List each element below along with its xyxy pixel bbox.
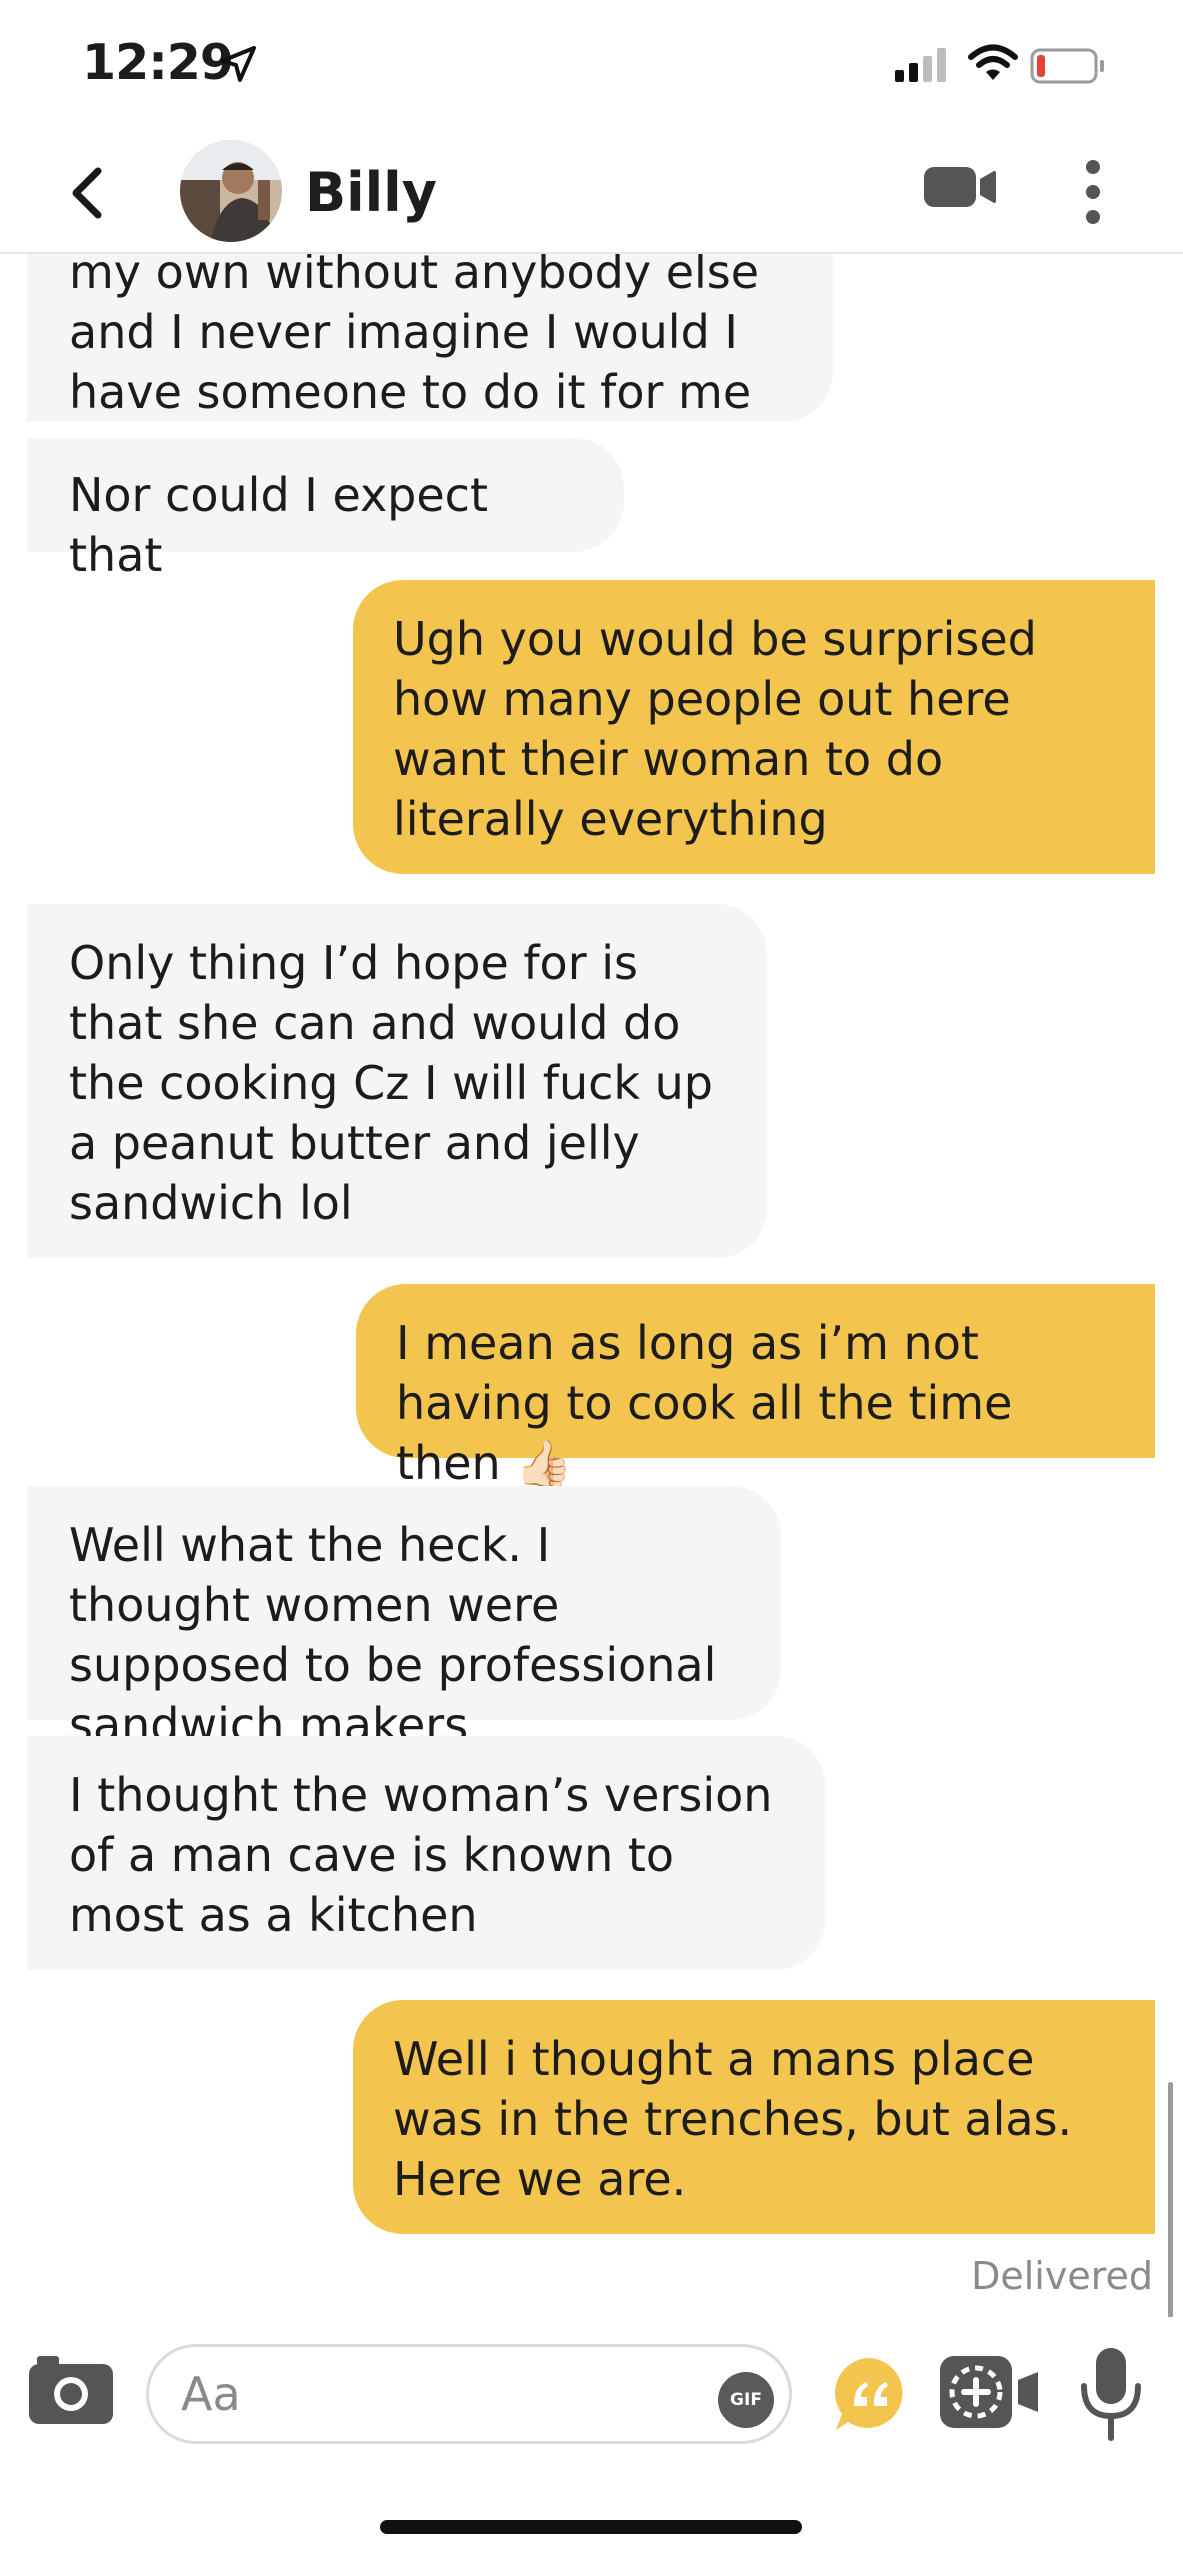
message-bubble-outgoing[interactable]: Ugh you would be surprised how many peop… bbox=[353, 580, 1155, 874]
status-time: 12:29 bbox=[82, 34, 234, 91]
message-bubble-incoming[interactable]: I thought the woman’s version of a man c… bbox=[27, 1736, 825, 1970]
microphone-icon[interactable] bbox=[1076, 2346, 1146, 2446]
back-chevron-icon[interactable] bbox=[68, 165, 108, 225]
message-composer: GIF bbox=[0, 2322, 1183, 2472]
status-bar: 12:29 bbox=[0, 0, 1183, 135]
wifi-icon bbox=[968, 44, 1018, 86]
video-call-icon[interactable] bbox=[922, 163, 998, 215]
message-bubble-incoming[interactable]: Nor could I expect that bbox=[27, 438, 624, 582]
home-indicator[interactable] bbox=[380, 2520, 802, 2534]
battery-low-icon bbox=[1030, 48, 1106, 88]
contact-name[interactable]: Billy bbox=[305, 161, 437, 224]
chat-header: Billy bbox=[0, 135, 1183, 254]
location-arrow-icon bbox=[218, 44, 258, 88]
message-bubble-outgoing[interactable]: Well i thought a mans place was in the t… bbox=[353, 2000, 1155, 2234]
message-input[interactable] bbox=[146, 2344, 792, 2444]
camera-icon[interactable] bbox=[27, 2352, 115, 2432]
delivered-status: Delivered bbox=[971, 2254, 1153, 2298]
conversation-thread[interactable]: my own without anybody else and I never … bbox=[0, 252, 1183, 2317]
avatar[interactable] bbox=[180, 140, 282, 242]
gif-icon[interactable]: GIF bbox=[718, 2372, 774, 2428]
message-bubble-outgoing[interactable]: I mean as long as i’m not having to cook… bbox=[356, 1284, 1155, 1490]
cellular-signal-icon bbox=[895, 48, 951, 86]
quote-icon[interactable] bbox=[830, 2354, 910, 2438]
video-note-icon[interactable] bbox=[936, 2350, 1044, 2438]
scrollbar[interactable] bbox=[1168, 2082, 1173, 2317]
more-vertical-icon[interactable] bbox=[1078, 157, 1108, 231]
message-bubble-incoming[interactable]: Well what the heck. I thought women were… bbox=[27, 1486, 781, 1752]
message-bubble-incoming[interactable]: Only thing I’d hope for is that she can … bbox=[27, 904, 767, 1258]
message-bubble-incoming[interactable]: my own without anybody else and I never … bbox=[27, 252, 833, 422]
